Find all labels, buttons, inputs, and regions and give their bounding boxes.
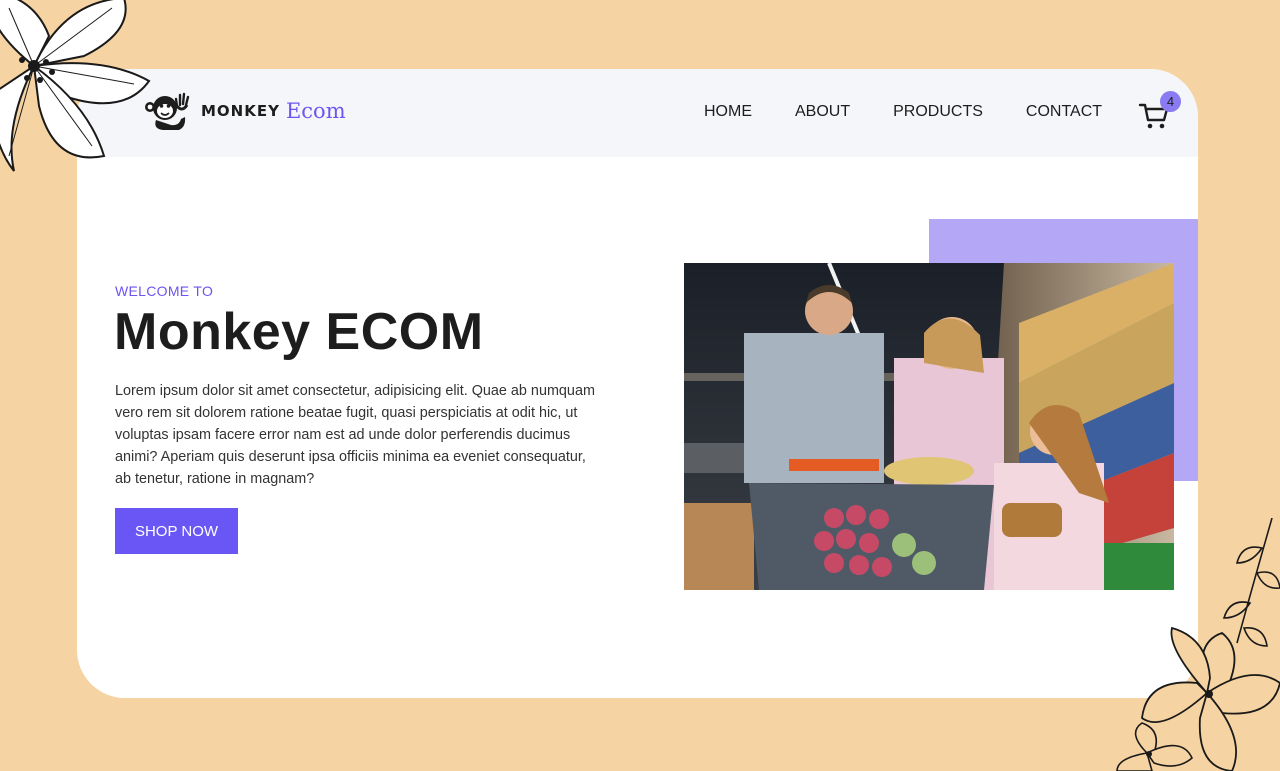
main-card: MONKEY Ecom HOME ABOUT PRODUCTS CONTACT … xyxy=(77,69,1198,698)
welcome-eyebrow: WELCOME TO xyxy=(115,283,214,299)
navbar: MONKEY Ecom HOME ABOUT PRODUCTS CONTACT … xyxy=(77,69,1198,157)
nav-link-contact[interactable]: CONTACT xyxy=(1026,103,1102,121)
brand-logo[interactable]: MONKEY Ecom xyxy=(139,91,346,131)
flower-icon xyxy=(0,0,151,172)
cart-count-badge: 4 xyxy=(1160,91,1181,112)
nav-link-products[interactable]: PRODUCTS xyxy=(893,103,983,121)
floral-branch-icon xyxy=(1116,518,1280,771)
brand-name-ecom: Ecom xyxy=(285,99,346,123)
main-nav: HOME ABOUT PRODUCTS CONTACT xyxy=(704,103,1145,121)
shop-now-button[interactable]: SHOP NOW xyxy=(115,508,238,554)
hero-title: Monkey ECOM xyxy=(114,303,484,361)
hero-description: Lorem ipsum dolor sit amet consectetur, … xyxy=(115,383,595,487)
brand-name-monkey: MONKEY xyxy=(201,102,280,120)
cart-button[interactable]: 4 xyxy=(1138,91,1182,131)
nav-link-home[interactable]: HOME xyxy=(704,103,752,121)
hero-photo xyxy=(684,263,1174,590)
nav-link-about[interactable]: ABOUT xyxy=(795,103,850,121)
